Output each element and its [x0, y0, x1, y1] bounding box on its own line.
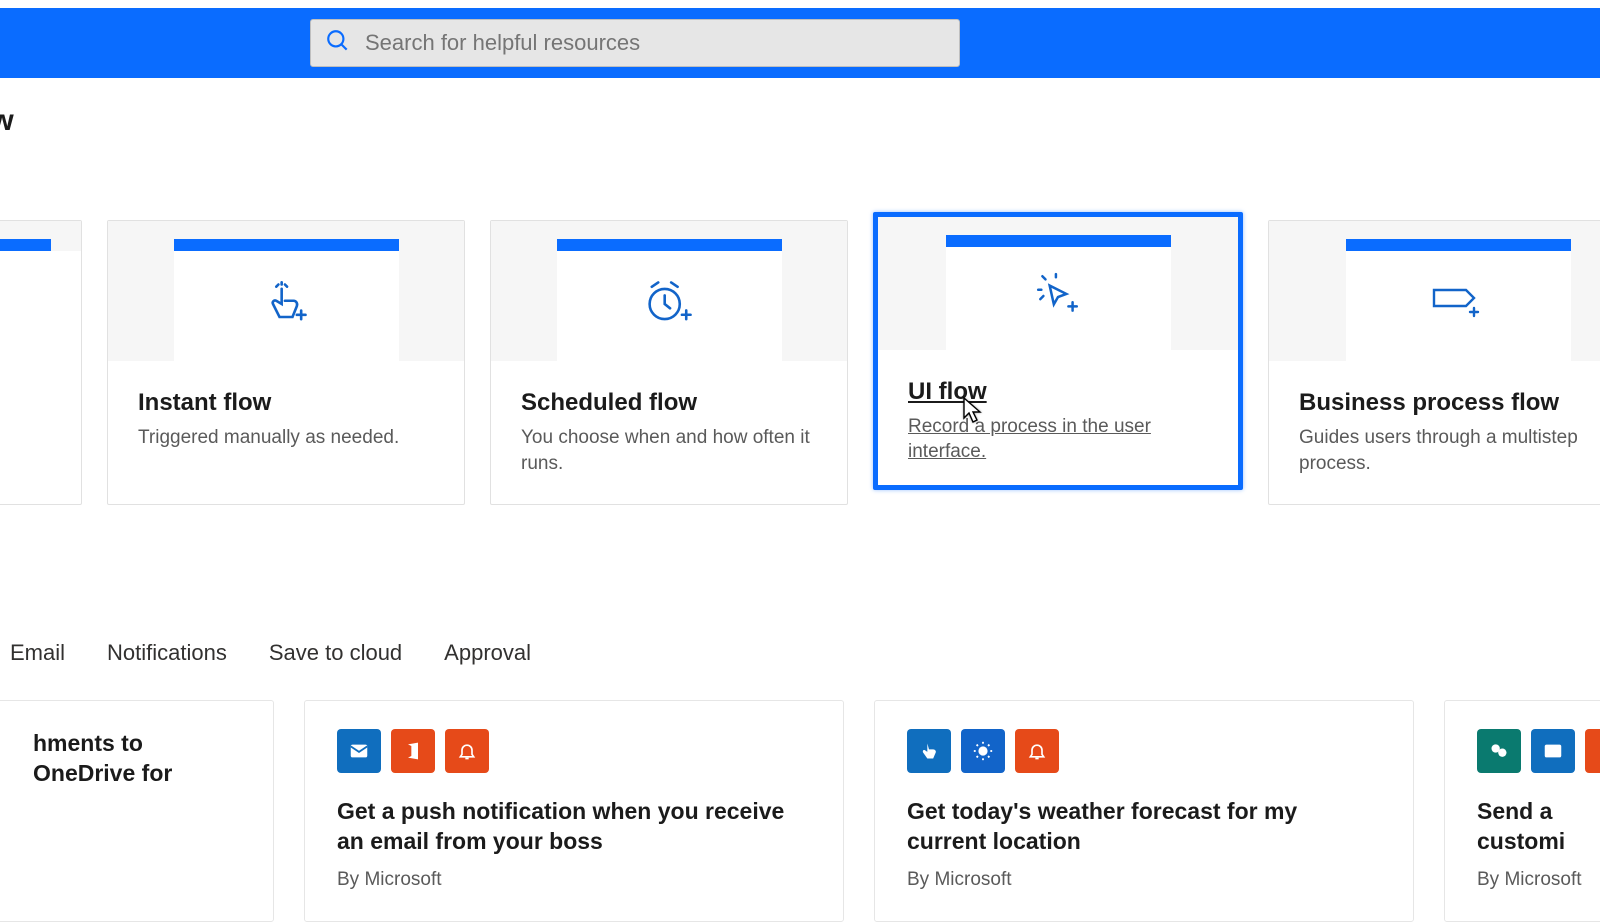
button-icon — [907, 729, 951, 773]
flow-card-bpf[interactable]: Business process flow Guides users throu… — [1268, 220, 1600, 505]
flow-type-row: . Instant flow Triggered manually as nee… — [0, 220, 1600, 505]
tab-email[interactable]: Email — [10, 640, 65, 666]
outlook-icon — [1531, 729, 1575, 773]
search-box[interactable] — [310, 19, 960, 67]
card-accent — [0, 239, 51, 251]
template-icons — [337, 729, 811, 773]
flow-card-title: Instant flow — [138, 389, 434, 417]
tab-approval[interactable]: Approval — [444, 640, 531, 666]
flow-card-title: Business process flow — [1299, 389, 1600, 417]
flow-card-scheduled[interactable]: Scheduled flow You choose when and how o… — [490, 220, 848, 505]
bell-icon — [445, 729, 489, 773]
office-icon — [1585, 729, 1600, 773]
template-row: hments to OneDrive for Get a push notifi… — [0, 700, 1600, 922]
weather-icon — [961, 729, 1005, 773]
card-icon-area — [946, 247, 1171, 350]
flow-card-ui[interactable]: UI flow Record a process in the user int… — [873, 212, 1243, 490]
search-icon — [325, 28, 351, 59]
template-title: Send a customi — [1477, 797, 1600, 857]
touch-plus-icon — [260, 278, 312, 335]
process-plus-icon — [1428, 280, 1488, 333]
template-author: By Microsoft — [1477, 869, 1600, 891]
card-accent — [174, 239, 399, 251]
clock-plus-icon — [641, 278, 697, 335]
bell-icon — [1015, 729, 1059, 773]
flow-card-desc: . — [0, 389, 51, 415]
flow-card-desc: Record a process in the user interface. — [908, 414, 1208, 465]
card-accent — [557, 239, 782, 251]
template-title: hments to OneDrive for — [33, 729, 241, 789]
flow-card-desc: Guides users through a multistep process… — [1299, 425, 1600, 476]
flow-card-desc: Triggered manually as needed. — [138, 425, 434, 451]
template-icons — [907, 729, 1381, 773]
template-title: Get a push notification when you receive… — [337, 797, 811, 857]
tab-notifications[interactable]: Notifications — [107, 640, 227, 666]
outlook-icon — [337, 729, 381, 773]
page-title: ow — [0, 104, 14, 138]
flow-card-desc: You choose when and how often it runs. — [521, 425, 817, 476]
flow-card-title: UI flow — [908, 378, 1208, 406]
search-input[interactable] — [365, 30, 945, 56]
card-icon-area — [1346, 251, 1571, 361]
header-bar — [0, 0, 1600, 78]
card-icon-area — [557, 251, 782, 361]
template-title: Get today's weather forecast for my curr… — [907, 797, 1381, 857]
template-author: By Microsoft — [907, 869, 1381, 891]
card-accent — [946, 235, 1171, 247]
card-icon-area — [174, 251, 399, 361]
sharepoint-icon — [1477, 729, 1521, 773]
template-card[interactable]: Get a push notification when you receive… — [304, 700, 844, 922]
flow-card-partial[interactable]: . — [0, 220, 82, 505]
template-card[interactable]: Send a customi By Microsoft — [1444, 700, 1600, 922]
template-card[interactable]: Get today's weather forecast for my curr… — [874, 700, 1414, 922]
tab-save-to-cloud[interactable]: Save to cloud — [269, 640, 402, 666]
flow-card-title: Scheduled flow — [521, 389, 817, 417]
template-icons — [1477, 729, 1600, 773]
template-author: By Microsoft — [337, 869, 811, 891]
cursor-click-plus-icon — [1033, 271, 1083, 326]
template-card[interactable]: hments to OneDrive for — [0, 700, 274, 922]
office-icon — [391, 729, 435, 773]
card-accent — [1346, 239, 1571, 251]
template-filter-tabs: Email Notifications Save to cloud Approv… — [10, 640, 531, 666]
card-icon-area — [0, 251, 81, 361]
flow-card-instant[interactable]: Instant flow Triggered manually as neede… — [107, 220, 465, 505]
